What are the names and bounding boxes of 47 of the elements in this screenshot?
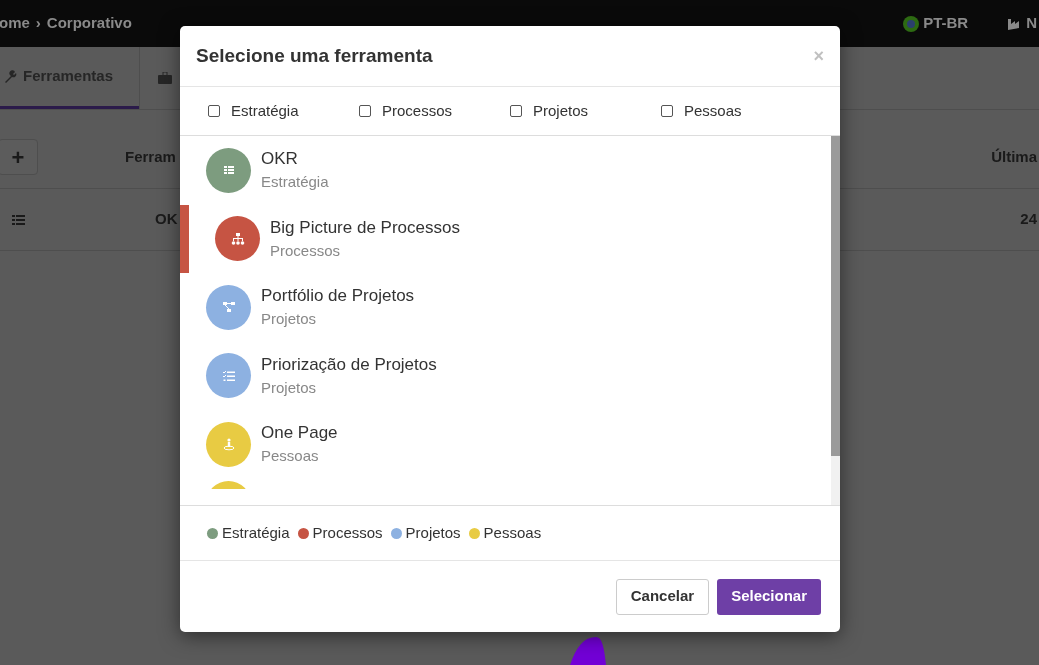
legend-label: Processos (312, 522, 383, 543)
filter-label: Estratégia (231, 100, 299, 121)
legend-label: Projetos (405, 522, 461, 543)
tool-icon (221, 368, 236, 383)
briefcase-icon (158, 72, 172, 84)
breadcrumb-current: Corporativo (46, 13, 132, 34)
column-header: Última (991, 146, 1037, 167)
dialog-title: Selecione uma ferramenta (196, 43, 433, 68)
breadcrumb-separator: › (35, 13, 41, 34)
tool-name: One Page (261, 422, 338, 445)
table-cell-text: OK (155, 209, 178, 230)
tool-category: Projetos (261, 377, 318, 398)
company-selector[interactable]: N (1026, 12, 1037, 35)
checkbox[interactable] (359, 105, 371, 117)
flag-icon (903, 15, 920, 32)
wrench-icon (4, 69, 18, 84)
cancel-button[interactable]: Cancelar (615, 578, 710, 615)
tool-name: Portfólio de Projetos (261, 285, 415, 308)
tool-name: OKR (261, 148, 299, 171)
tool-category: Estratégia (261, 172, 329, 193)
table-cell-text: 24 (1020, 209, 1037, 230)
checkbox[interactable] (661, 105, 673, 117)
tool-category: Processos (270, 240, 342, 261)
tool-name: Priorização de Projetos (261, 353, 437, 376)
checkbox[interactable] (208, 105, 220, 117)
tool-icon (221, 300, 236, 315)
tool-category: Projetos (261, 309, 318, 330)
tool-item[interactable]: Portfólio de Projetos Projetos (180, 273, 831, 342)
legend-label: Estratégia (222, 522, 290, 543)
language-selector[interactable]: PT-BR (923, 12, 969, 35)
tool-category: Pessoas (261, 446, 320, 467)
tool-name: Big Picture de Processos (270, 216, 460, 239)
select-button[interactable]: Selecionar (717, 578, 821, 615)
tool-item[interactable]: OKR Estratégia (180, 136, 831, 205)
filter-label: Processos (382, 100, 453, 121)
breadcrumb-link[interactable]: ome (0, 12, 30, 35)
legend-label: Pessoas (483, 522, 542, 543)
tool-item[interactable]: Priorização de Projetos Projetos (180, 341, 831, 410)
tool-icon (221, 437, 236, 452)
filter-label: Pessoas (684, 100, 742, 121)
scrollbar[interactable] (831, 136, 840, 505)
tool-icon (230, 231, 245, 246)
checkbox[interactable] (510, 105, 522, 117)
list-icon (12, 214, 25, 225)
tool-item[interactable]: One Page Pessoas (180, 410, 831, 479)
column-header: Ferram (125, 146, 176, 167)
filter-label: Projetos (533, 100, 589, 121)
